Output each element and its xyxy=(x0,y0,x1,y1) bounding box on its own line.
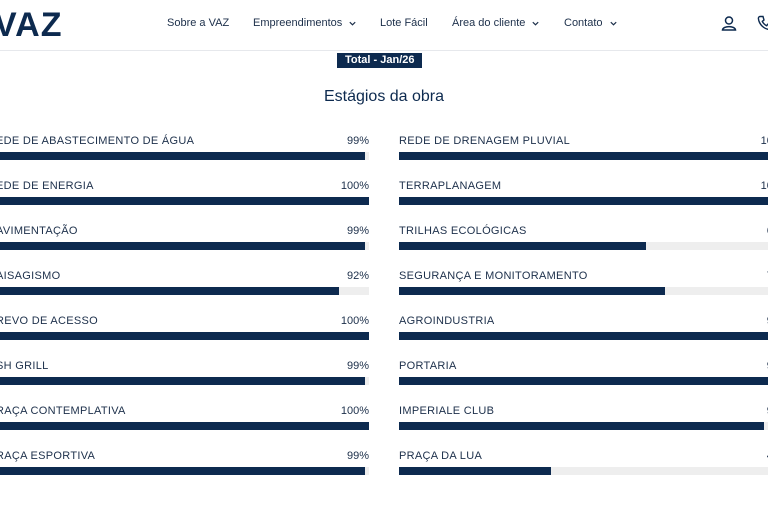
stage-name: PRAÇA DA LUA xyxy=(399,450,483,462)
stage-percent: 100% xyxy=(340,180,369,192)
chevron-down-icon xyxy=(609,19,618,28)
stage-row: PRAÇA DA LUA40 xyxy=(399,450,768,484)
nav-lote-facil[interactable]: Lote Fácil xyxy=(380,17,428,29)
progress-track xyxy=(399,197,768,205)
stage-name: SH GRILL xyxy=(0,360,49,372)
phone-icon[interactable] xyxy=(756,14,768,32)
nav-contato-label: Contato xyxy=(564,17,603,29)
stage-percent: 99% xyxy=(346,450,369,462)
progress-track xyxy=(0,467,369,475)
nav-sobre[interactable]: Sobre a VAZ xyxy=(167,17,229,29)
stage-name: REDE DE DRENAGEM PLUVIAL xyxy=(399,135,571,147)
nav-lote-facil-label: Lote Fácil xyxy=(380,17,428,29)
stage-row: RAÇA ESPORTIVA 99% xyxy=(0,450,369,484)
stage-percent: 92% xyxy=(346,270,369,282)
progress-fill xyxy=(399,332,768,340)
progress-track xyxy=(0,242,369,250)
progress-track xyxy=(0,422,369,430)
stage-row: AVIMENTAÇÃO 99% xyxy=(0,225,369,259)
stage-row: REDE DE DRENAGEM PLUVIAL 100 xyxy=(399,135,768,169)
progress-fill xyxy=(399,422,764,430)
progress-fill xyxy=(0,197,369,205)
nav-sobre-label: Sobre a VAZ xyxy=(167,17,230,29)
stage-name: IMPERIALE CLUB xyxy=(399,405,495,417)
progress-fill xyxy=(399,377,768,385)
stage-row: SH GRILL 99% xyxy=(0,360,369,394)
stage-name: EDE DE ENERGIA xyxy=(0,180,94,192)
progress-track xyxy=(0,287,369,295)
progress-track xyxy=(399,467,768,475)
stage-row: SEGURANÇA E MONITORAMENTO70 xyxy=(399,270,768,304)
chevron-down-icon xyxy=(348,19,357,28)
stage-row: EDE DE ABASTECIMENTO DE ÁGUA 99% xyxy=(0,135,369,169)
progress-track xyxy=(399,377,768,385)
progress-track xyxy=(0,152,369,160)
nav-empreendimentos[interactable]: Empreendimentos xyxy=(253,17,357,29)
stage-name: RAÇA ESPORTIVA xyxy=(0,450,96,462)
stage-row: TRILHAS ECOLÓGICAS65 xyxy=(399,225,768,259)
stage-name: AGROINDUSTRIA xyxy=(399,315,495,327)
stage-row: REVO DE ACESSO 100% xyxy=(0,315,369,349)
section-title: Estágios da obra xyxy=(323,88,445,105)
total-badge: Total - Jan/26 xyxy=(337,53,423,68)
stage-percent: 100 xyxy=(760,135,768,147)
progress-track xyxy=(399,152,768,160)
progress-fill xyxy=(0,242,366,250)
nav-area-cliente-label: Área do cliente xyxy=(452,17,526,29)
stage-row: PORTARIA99 xyxy=(399,360,768,394)
nav-empreendimentos-label: Empreendimentos xyxy=(253,17,343,29)
stage-row: TERRAPLANAGEM 100 xyxy=(399,180,768,214)
stage-percent: 99% xyxy=(346,360,369,372)
stage-name: AISAGISMO xyxy=(0,270,61,282)
progress-fill xyxy=(399,467,551,475)
progress-fill xyxy=(0,377,366,385)
stage-name: REVO DE ACESSO xyxy=(0,315,99,327)
site-header: VAZ Sobre a VAZ Empreendimentos Lote Fác… xyxy=(0,0,768,51)
stage-row: EDE DE ENERGIA 100% xyxy=(0,180,369,214)
stage-row: RAÇA CONTEMPLATIVA 100% xyxy=(0,405,369,439)
stage-row: AISAGISMO 92% xyxy=(0,270,369,304)
stage-name: TRILHAS ECOLÓGICAS xyxy=(399,225,527,237)
progress-fill xyxy=(0,287,340,295)
progress-fill xyxy=(399,152,768,160)
stage-row: AGROINDUSTRIA97 xyxy=(399,315,768,349)
stage-name: RAÇA CONTEMPLATIVA xyxy=(0,405,126,417)
nav-area-cliente[interactable]: Área do cliente xyxy=(452,17,540,29)
progress-track xyxy=(399,242,768,250)
stage-percent: 100% xyxy=(340,315,369,327)
stage-row: IMPERIALE CLUB96 xyxy=(399,405,768,439)
stage-percent: 99% xyxy=(346,225,369,237)
progress-fill xyxy=(399,287,665,295)
progress-track xyxy=(0,197,369,205)
stage-name: AVIMENTAÇÃO xyxy=(0,225,78,237)
progress-track xyxy=(399,332,768,340)
progress-track xyxy=(0,332,369,340)
progress-track xyxy=(0,377,369,385)
nav-contato[interactable]: Contato xyxy=(564,17,618,29)
stage-name: EDE DE ABASTECIMENTO DE ÁGUA xyxy=(0,135,195,147)
stage-percent: 100 xyxy=(760,180,768,192)
user-icon[interactable] xyxy=(720,14,738,32)
progress-track xyxy=(399,422,768,430)
stage-name: SEGURANÇA E MONITORAMENTO xyxy=(399,270,588,282)
chevron-down-icon xyxy=(531,19,540,28)
vaz-logo[interactable]: VAZ xyxy=(0,8,62,42)
progress-fill xyxy=(0,332,369,340)
stage-name: TERRAPLANAGEM xyxy=(399,180,502,192)
stage-percent: 100% xyxy=(340,405,369,417)
progress-fill xyxy=(0,422,369,430)
progress-track xyxy=(399,287,768,295)
progress-fill xyxy=(0,467,366,475)
stage-percent: 99% xyxy=(346,135,369,147)
stage-name: PORTARIA xyxy=(399,360,457,372)
progress-fill xyxy=(399,197,768,205)
progress-fill xyxy=(399,242,646,250)
progress-fill xyxy=(0,152,366,160)
